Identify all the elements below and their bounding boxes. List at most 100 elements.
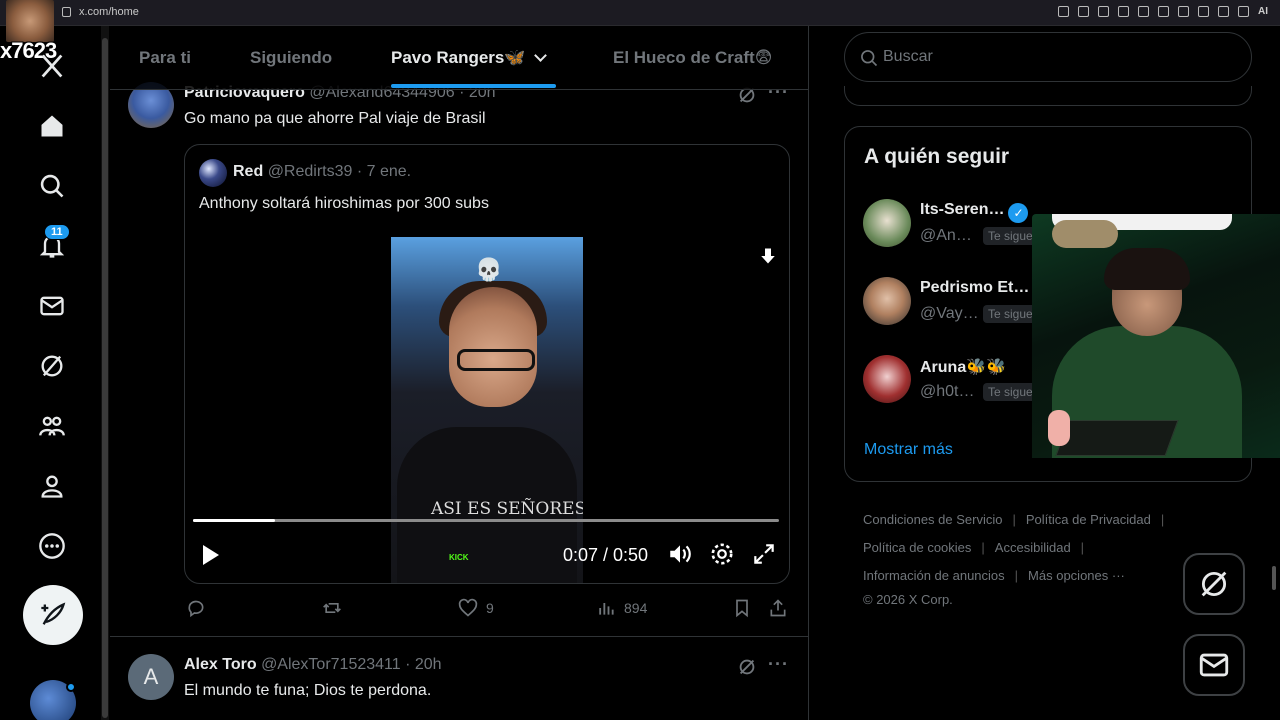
footer-separator: | bbox=[1160, 512, 1165, 527]
search-input[interactable]: Buscar bbox=[883, 48, 933, 66]
share-icon bbox=[770, 599, 786, 617]
communities-icon[interactable] bbox=[36, 410, 68, 442]
footer-copyright: © 2026 X Corp. bbox=[863, 592, 953, 607]
download-icon[interactable] bbox=[1218, 6, 1229, 17]
tab-para-ti[interactable]: Para ti bbox=[139, 48, 191, 68]
who-to-follow-title: A quién seguir bbox=[864, 145, 1010, 168]
search-icon[interactable] bbox=[36, 170, 68, 202]
download-arrow-icon[interactable] bbox=[759, 247, 777, 265]
grok-icon[interactable] bbox=[736, 656, 758, 678]
url-bar[interactable]: x.com/home bbox=[62, 6, 139, 18]
views-button[interactable]: 894 bbox=[596, 598, 647, 618]
quote-author-handle: @Redirts39 bbox=[267, 163, 353, 180]
status-dot bbox=[66, 682, 76, 692]
account-avatar[interactable] bbox=[30, 680, 76, 720]
share-button[interactable] bbox=[768, 598, 788, 618]
post-author-handle[interactable]: @AlexTor71523411 bbox=[261, 656, 401, 673]
bookmark-icon[interactable] bbox=[1098, 6, 1109, 17]
footer-link-terms[interactable]: Condiciones de Servicio bbox=[863, 512, 1002, 527]
footer-link-privacy[interactable]: Política de Privacidad bbox=[1026, 512, 1151, 527]
timeline-tabs: Para ti Siguiendo Pavo Rangers🦋 El Hueco… bbox=[110, 26, 808, 90]
webcam-keyboard bbox=[1055, 420, 1179, 456]
heart-icon[interactable] bbox=[1158, 6, 1169, 17]
more-options-icon[interactable] bbox=[36, 530, 68, 562]
home-icon[interactable] bbox=[36, 110, 68, 142]
video-progress-bar[interactable] bbox=[193, 519, 779, 522]
shield-icon[interactable] bbox=[1118, 6, 1129, 17]
show-more-link[interactable]: Mostrar más bbox=[864, 441, 953, 459]
post-text: Go mano pa que ahorre Pal viaje de Brasi… bbox=[184, 110, 486, 127]
quoted-post[interactable]: Red @Redirts39 · 7 ene. Anthony soltará … bbox=[184, 144, 790, 584]
suggestion-name-text: Its-Seren… bbox=[920, 201, 1005, 218]
forward-icon[interactable] bbox=[1138, 6, 1149, 17]
video-controls: 0:07 / 0:50 bbox=[185, 541, 789, 571]
page-scrollbar-thumb[interactable] bbox=[1272, 566, 1276, 590]
repost-icon bbox=[323, 603, 341, 613]
footer-link-more-options[interactable]: Más opciones ··· bbox=[1028, 568, 1125, 583]
bookmark-icon bbox=[736, 599, 748, 618]
suggestion-avatar[interactable] bbox=[863, 355, 911, 403]
follows-you-badge: Te sigue bbox=[983, 383, 1038, 401]
suggestion-avatar[interactable] bbox=[863, 277, 911, 325]
scrollbar-thumb[interactable] bbox=[102, 38, 108, 718]
lock-icon bbox=[62, 7, 71, 17]
pin-icon[interactable] bbox=[1078, 6, 1089, 17]
quote-header: Red @Redirts39 · 7 ene. bbox=[233, 163, 411, 181]
volume-icon[interactable] bbox=[667, 541, 693, 567]
feather-plus-icon bbox=[41, 602, 66, 625]
messages-icon[interactable] bbox=[36, 290, 68, 322]
fullscreen-icon[interactable] bbox=[751, 541, 777, 567]
webcam-person-hair bbox=[1104, 248, 1190, 290]
profile-icon[interactable] bbox=[36, 470, 68, 502]
video-player[interactable]: 💀 ASI ES SEÑORES KICK bbox=[391, 237, 583, 583]
search-box[interactable]: Buscar bbox=[844, 32, 1252, 82]
zoom-icon[interactable] bbox=[1058, 6, 1069, 17]
post-author-name[interactable]: Alex Toro bbox=[184, 656, 257, 673]
tab-pavo-rangers[interactable]: Pavo Rangers🦋 bbox=[391, 48, 547, 68]
post-time[interactable]: · 20h bbox=[405, 656, 441, 673]
mail-icon bbox=[1199, 653, 1229, 677]
bookmark-button[interactable] bbox=[732, 598, 752, 618]
active-tab-indicator bbox=[391, 84, 556, 88]
x-logo-icon[interactable] bbox=[36, 50, 68, 82]
quote-author-name: Red bbox=[233, 163, 264, 180]
notifications-badge: 11 bbox=[44, 224, 70, 240]
play-icon[interactable] bbox=[203, 545, 219, 565]
chevron-down-icon[interactable] bbox=[533, 49, 547, 62]
ai-label[interactable]: AI bbox=[1258, 6, 1268, 17]
settings-gear-icon[interactable] bbox=[709, 541, 735, 567]
messages-float-button[interactable] bbox=[1183, 634, 1245, 696]
more-icon[interactable]: ··· bbox=[768, 654, 789, 675]
menu-icon[interactable] bbox=[1238, 6, 1249, 17]
views-chart-icon bbox=[599, 603, 614, 615]
suggestion-name[interactable]: Its-Seren… ✓ bbox=[920, 201, 1029, 223]
tab-hueco-de-craft[interactable]: El Hueco de Craft😨 bbox=[613, 48, 772, 68]
video-progress-fill bbox=[193, 519, 276, 522]
suggestion-name[interactable]: Aruna🐝🐝 bbox=[920, 357, 1006, 377]
search-icon bbox=[861, 50, 878, 67]
like-count: 9 bbox=[486, 600, 494, 616]
footer-separator: | bbox=[1012, 512, 1016, 527]
repost-button[interactable] bbox=[322, 598, 350, 618]
extension-icon[interactable] bbox=[1178, 6, 1189, 17]
footer-separator: | bbox=[981, 540, 985, 555]
grok-icon[interactable] bbox=[36, 350, 68, 382]
verified-badge-icon: ✓ bbox=[1008, 203, 1029, 223]
compose-post-button[interactable] bbox=[23, 585, 83, 645]
post-author-avatar[interactable]: A bbox=[128, 654, 174, 700]
footer-link-accessibility[interactable]: Accesibilidad bbox=[995, 540, 1071, 555]
footer-link-cookies[interactable]: Política de cookies bbox=[863, 540, 971, 555]
sync-icon[interactable] bbox=[1198, 6, 1209, 17]
quote-author-avatar bbox=[199, 159, 227, 187]
left-scrollbar[interactable] bbox=[101, 26, 109, 720]
footer-separator: | bbox=[1014, 568, 1019, 583]
tab-siguiendo[interactable]: Siguiendo bbox=[250, 48, 332, 68]
suggestion-name[interactable]: Pedrismo Et… bbox=[920, 279, 1029, 297]
timeline-column: Patriciovaquero @Alexand64344906 · 20h ·… bbox=[110, 26, 809, 720]
suggestion-avatar[interactable] bbox=[863, 199, 911, 247]
heart-icon bbox=[458, 598, 478, 617]
like-button[interactable]: 9 bbox=[458, 598, 494, 618]
reply-button[interactable] bbox=[186, 598, 214, 618]
footer-link-ads-info[interactable]: Información de anuncios bbox=[863, 568, 1005, 583]
grok-float-button[interactable] bbox=[1183, 553, 1245, 615]
